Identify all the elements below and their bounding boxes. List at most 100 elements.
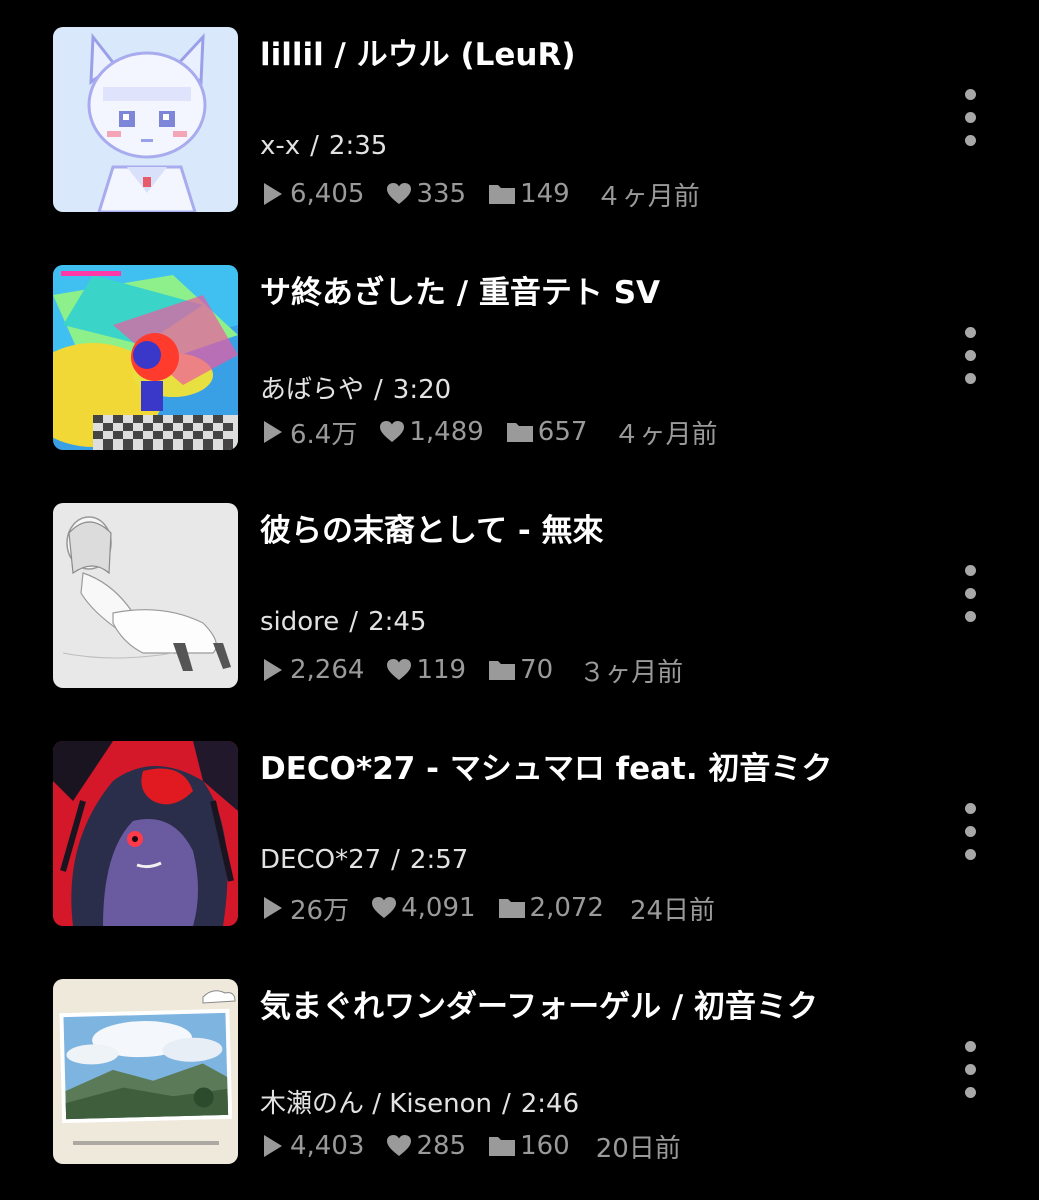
posted-age: ４ヶ月前 (613, 419, 718, 450)
video-item[interactable]: lillil / ルウル (LeuR) x-x / 2:35 6,405 335 1… (0, 27, 1039, 265)
mylist-count: 160 (488, 1131, 570, 1161)
video-artist[interactable]: あばらや (260, 375, 364, 405)
more-dot (965, 112, 976, 123)
video-artist[interactable]: x-x (260, 131, 300, 161)
posted-age: 24日前 (629, 895, 716, 926)
more-menu-button[interactable] (957, 89, 985, 151)
more-dot (965, 588, 976, 599)
video-list: lillil / ルウル (LeuR) x-x / 2:35 6,405 335 1… (0, 0, 1039, 1200)
video-meta[interactable]: x-x / 2:35 (260, 131, 387, 161)
play-icon (264, 421, 282, 443)
video-artist[interactable]: sidore (260, 607, 339, 637)
play-icon (264, 183, 282, 205)
posted-age: ４ヶ月前 (595, 181, 700, 212)
more-dot (965, 350, 976, 361)
like-count: 335 (386, 179, 466, 209)
posted-age: 20日前 (595, 1133, 681, 1164)
play-count: 6.4万 (260, 414, 357, 451)
video-thumbnail[interactable] (53, 27, 238, 212)
play-count: 6,405 (260, 179, 364, 209)
video-duration: 2:45 (368, 607, 427, 637)
more-menu-button[interactable] (957, 327, 985, 389)
mylist-count: 149 (488, 179, 570, 209)
heart-icon (387, 1135, 412, 1156)
video-duration: 3:20 (392, 375, 452, 405)
like-count: 285 (386, 1131, 466, 1161)
more-vertical-icon (965, 565, 976, 576)
mylist-count: 657 (506, 417, 587, 447)
mylist-count: 70 (488, 655, 553, 685)
folder-icon (498, 899, 525, 918)
video-artist[interactable]: 木瀬のん / Kisenon (260, 1089, 492, 1119)
more-dot (965, 611, 976, 622)
folder-icon (489, 661, 516, 680)
video-item[interactable]: 気まぐれワンダーフォーゲル / 初音ミク 木瀬のん / Kisenon / 2:46… (0, 979, 1039, 1200)
video-thumbnail[interactable] (53, 265, 238, 450)
more-dot (965, 826, 976, 837)
separator-slash: / (501, 1089, 511, 1119)
dark-red-character-thumbnail (53, 741, 238, 926)
like-count: 1,489 (379, 417, 484, 447)
video-artist[interactable]: DECO*27 (260, 845, 381, 875)
video-item[interactable]: 彼らの末裔として - 無來 sidore / 2:45 2,264 119 70 ３… (0, 503, 1039, 741)
folder-icon (506, 423, 533, 442)
video-title[interactable]: 彼らの末裔として - 無來 (260, 505, 604, 550)
more-dot (965, 1064, 976, 1075)
video-stats: 6.4万 1,489 657 ４ヶ月前 (260, 414, 739, 451)
separator-slash: / (310, 131, 319, 161)
video-duration: 2:57 (409, 845, 469, 875)
video-stats: 6,405 335 149 ４ヶ月前 (260, 177, 722, 212)
play-count: 4,403 (260, 1131, 364, 1161)
like-count: 119 (386, 655, 466, 685)
play-count: 2,264 (260, 655, 364, 685)
pixel-art-cat-girl-thumbnail (53, 27, 238, 212)
video-item[interactable]: DECO*27 - マシュマロ feat. 初音ミク DECO*27/2:57 … (0, 741, 1039, 979)
landscape-photo-thumbnail (53, 979, 238, 1164)
video-title[interactable]: 気まぐれワンダーフォーゲル / 初音ミク (260, 981, 818, 1026)
video-stats: 26万 4,091 2,072 24日前 (260, 890, 737, 927)
video-title[interactable]: サ終あざした / 重音テト SV (260, 267, 660, 312)
more-dot (965, 849, 976, 860)
video-meta[interactable]: 木瀬のん / Kisenon / 2:46 (260, 1083, 579, 1120)
video-duration: 2:35 (328, 131, 388, 161)
video-item[interactable]: サ終あざした / 重音テト SV あばらや / 3:20 6.4万 1,489 65… (0, 265, 1039, 503)
video-duration: 2:46 (520, 1089, 580, 1119)
play-icon (264, 1135, 282, 1157)
more-dot (965, 135, 976, 146)
posted-age: ３ヶ月前 (579, 657, 684, 688)
heart-icon (380, 421, 405, 442)
separator-slash: / (349, 607, 359, 637)
video-thumbnail[interactable] (53, 741, 238, 926)
separator-slash: / (391, 845, 400, 875)
video-thumbnail[interactable] (53, 503, 238, 688)
more-menu-button[interactable] (957, 1041, 985, 1103)
heart-icon (372, 897, 397, 918)
more-menu-button[interactable] (957, 803, 985, 865)
mylist-count: 2,072 (498, 893, 604, 923)
separator-slash: / (374, 375, 383, 405)
folder-icon (489, 185, 516, 204)
more-menu-button[interactable] (957, 565, 985, 627)
more-vertical-icon (965, 1041, 976, 1052)
more-dot (965, 1087, 976, 1098)
heart-icon (387, 659, 412, 680)
more-dot (965, 373, 976, 384)
play-count: 26万 (260, 890, 349, 927)
more-vertical-icon (965, 803, 976, 814)
more-vertical-icon (965, 327, 976, 338)
video-meta[interactable]: あばらや / 3:20 (260, 369, 451, 406)
video-title[interactable]: DECO*27 - マシュマロ feat. 初音ミク (260, 743, 832, 788)
video-meta[interactable]: sidore / 2:45 (260, 607, 426, 637)
video-thumbnail[interactable] (53, 979, 238, 1164)
play-icon (264, 659, 282, 681)
like-count: 4,091 (371, 893, 476, 923)
colorful-abstract-thumbnail (53, 265, 238, 450)
video-stats: 2,264 119 70 ３ヶ月前 (260, 653, 705, 688)
heart-icon (387, 183, 412, 204)
video-meta[interactable]: DECO*27 / 2:57 (260, 845, 468, 875)
more-vertical-icon (965, 89, 976, 100)
video-stats: 4,403 285 160 20日前 (260, 1129, 703, 1164)
video-title[interactable]: lillil / ルウル (LeuR) (260, 29, 576, 74)
folder-icon (489, 1137, 516, 1156)
play-icon (264, 897, 282, 919)
